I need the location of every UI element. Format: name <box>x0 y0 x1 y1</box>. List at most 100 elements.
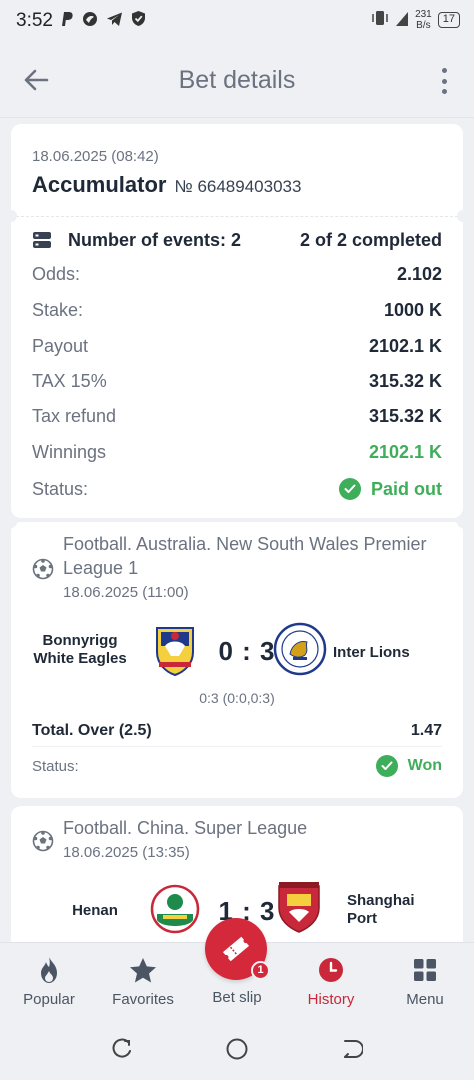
more-dot-icon <box>441 89 447 94</box>
status-notification-icons <box>60 10 146 32</box>
event-status-wrap: Won <box>375 755 442 777</box>
network-speed-value: 231 <box>415 9 432 20</box>
paypal-icon <box>60 11 74 31</box>
telegram-icon <box>106 11 123 32</box>
away-team-name: Shanghai Port <box>347 892 415 927</box>
card-notch <box>457 210 469 222</box>
more-options-button[interactable] <box>434 64 454 98</box>
card-notch <box>457 516 469 528</box>
flame-icon <box>41 957 57 983</box>
more-dot-icon <box>441 68 447 73</box>
bet-number: № 66489403033 <box>174 177 302 196</box>
system-back-icon <box>344 1040 363 1058</box>
star-icon <box>130 957 156 982</box>
card-notch <box>5 210 17 222</box>
winnings-row: Winnings 2102.1 K <box>32 442 442 463</box>
nav-menu[interactable]: Menu <box>378 955 472 1008</box>
tax-value: 315.32 K <box>368 371 442 391</box>
payout-value: 2102.1 K <box>368 336 442 356</box>
odds-row: Odds: 2.102 <box>32 264 442 285</box>
event-league: Football. Australia. New South Wales Pre… <box>63 534 427 578</box>
app-bar: Bet details <box>0 42 474 118</box>
nav-history-label: History <box>307 991 355 1008</box>
nav-bet-slip-label: Bet slip <box>212 989 262 1006</box>
nav-favorites[interactable]: Favorites <box>96 955 190 1008</box>
nav-menu-label: Menu <box>406 991 444 1008</box>
nav-bet-slip[interactable]: Bet slip <box>190 989 284 1006</box>
network-speed-unit: B/s <box>416 20 431 31</box>
nav-popular-label: Popular <box>23 991 75 1008</box>
tax-label: TAX 15% <box>32 371 107 391</box>
event-card[interactable]: Football. Australia. New South Wales Pre… <box>5 516 469 798</box>
recent-apps-button[interactable] <box>110 1037 134 1061</box>
events-count-label: Number of events: 2 <box>68 229 242 250</box>
stake-row: Stake: 1000 K <box>32 300 442 321</box>
shanghai-port-crest-icon <box>278 882 320 933</box>
payout-row: Payout 2102.1 K <box>32 336 442 357</box>
event-score-detail: 0:3 (0:0,0:3) <box>199 690 275 706</box>
nav-popular[interactable]: Popular <box>2 955 96 1008</box>
away-team-name: Inter Lions <box>333 644 410 661</box>
tax-refund-label: Tax refund <box>32 406 117 426</box>
battery-indicator: 17 <box>437 12 460 28</box>
status-value-wrap: Paid out <box>339 478 442 500</box>
tax-refund-row: Tax refund 315.32 K <box>32 406 442 427</box>
bet-header: Accumulator № 66489403033 <box>32 172 301 198</box>
inter-lions-crest-icon <box>273 622 327 676</box>
bonnyrigg-crest-icon <box>156 627 194 676</box>
soccer-ball-icon <box>32 558 54 580</box>
status-time: 3:52 <box>16 10 53 31</box>
market-odds: 1.47 <box>410 722 442 739</box>
system-back-button[interactable] <box>340 1037 364 1061</box>
shield-icon <box>131 10 146 32</box>
system-navigation-bar <box>0 1018 474 1080</box>
events-count-row: Number of events: 2 2 of 2 completed <box>32 228 442 252</box>
more-dot-icon <box>441 78 447 84</box>
soccer-ball-icon <box>32 830 54 852</box>
page-title: Bet details <box>178 66 296 94</box>
event-status-label: Status: <box>32 757 79 775</box>
event-date: 18.06.2025 (11:00) <box>63 584 189 601</box>
bet-type: Accumulator <box>32 172 167 197</box>
tax-row: TAX 15% 315.32 K <box>32 371 442 392</box>
status-row: Status: Paid out <box>32 478 442 500</box>
divider <box>32 746 442 747</box>
completed-count: 2 of 2 completed <box>299 229 442 250</box>
divider <box>11 216 463 217</box>
card-notch <box>5 516 17 528</box>
bird-app-icon <box>82 11 98 32</box>
stake-label: Stake: <box>32 300 84 320</box>
list-icon <box>33 232 51 248</box>
status-bar: 3:52 231 B/s 17 <box>0 0 474 42</box>
vibrate-icon <box>371 10 389 31</box>
home-team-name: Bonnyrigg White Eagles <box>33 632 127 667</box>
home-circle-icon <box>226 1038 248 1060</box>
bet-slip-count-badge: 1 <box>251 961 270 980</box>
bet-date: 18.06.2025 (08:42) <box>32 148 159 165</box>
henan-crest-icon <box>150 884 200 934</box>
stake-value: 1000 K <box>383 300 442 320</box>
winnings-label: Winnings <box>32 442 107 462</box>
status-label: Status: <box>32 478 89 499</box>
ticket-icon <box>222 936 250 962</box>
event-status-row: Status: Won <box>32 755 442 777</box>
event-date: 18.06.2025 (13:35) <box>63 844 190 861</box>
payout-label: Payout <box>32 336 89 356</box>
event-status-value: Won <box>407 757 442 774</box>
odds-label: Odds: <box>32 264 81 284</box>
status-value: Paid out <box>371 478 442 499</box>
nav-history[interactable]: History <box>284 955 378 1008</box>
winnings-value: 2102.1 K <box>368 442 442 462</box>
market-label: Total. Over (2.5) <box>32 722 152 739</box>
odds-value: 2.102 <box>396 264 442 284</box>
home-button[interactable] <box>225 1037 249 1061</box>
tax-refund-value: 315.32 K <box>368 406 442 426</box>
home-team-name: Henan <box>72 902 118 919</box>
status-system-icons: 231 B/s 17 <box>371 9 460 31</box>
grid-icon <box>414 959 436 981</box>
nav-favorites-label: Favorites <box>112 991 174 1008</box>
bet-details-scroll[interactable]: 18.06.2025 (08:42) Accumulator № 6648940… <box>0 120 474 942</box>
market-row: Total. Over (2.5) 1.47 <box>32 722 442 740</box>
check-circle-icon <box>339 478 361 500</box>
network-speed: 231 B/s <box>415 9 432 31</box>
